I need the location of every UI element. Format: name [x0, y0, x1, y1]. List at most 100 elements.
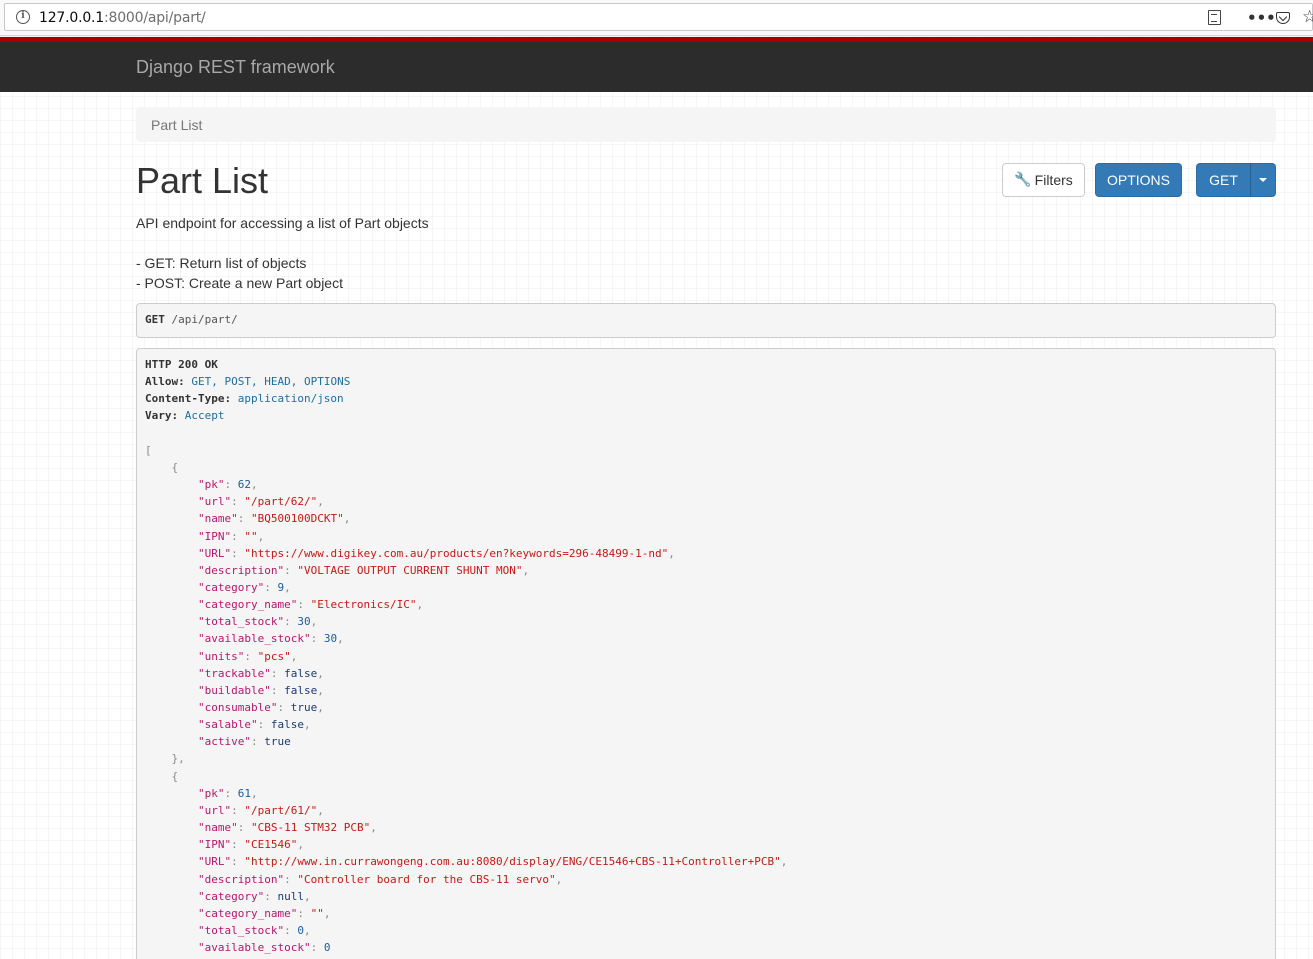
json-value: "https://www.digikey.com.au/products/en?… [244, 546, 669, 560]
json-colon: : [231, 529, 245, 543]
description-line: API endpoint for accessing a list of Par… [136, 215, 429, 231]
json-field: "url": "/part/62/", [145, 493, 324, 510]
json-field: "active": true [145, 733, 291, 750]
url-path: :8000/api/part/ [104, 10, 206, 26]
header-key: Content-Type: [145, 392, 232, 406]
pocket-icon[interactable] [1276, 12, 1290, 24]
json-key: "url" [197, 803, 232, 817]
breadcrumb-item-part-list[interactable]: Part List [151, 117, 202, 133]
json-colon: : [284, 563, 298, 577]
json-colon: : [244, 649, 258, 663]
json-comma: , [303, 889, 311, 903]
options-button-label: OPTIONS [1106, 172, 1170, 188]
json-field: "available_stock": 0 [145, 939, 330, 956]
json-field: "trackable": false, [145, 665, 324, 682]
json-field: "name": "BQ500100DCKT", [145, 510, 350, 527]
json-colon: : [297, 598, 311, 612]
json-key: "IPN" [197, 838, 232, 852]
json-field: "category_name": "", [145, 905, 330, 922]
json-value: false [270, 718, 304, 732]
reader-view-icon[interactable] [1208, 10, 1221, 25]
json-comma: , [370, 821, 377, 835]
json-comma: , [317, 495, 324, 509]
json-comma: , [317, 701, 324, 714]
page-title: Part List [136, 160, 269, 201]
json-value: 62 [237, 478, 251, 492]
info-icon[interactable]: i [16, 10, 30, 24]
json-field: "IPN": "", [145, 528, 264, 545]
json-key: "buildable" [197, 683, 271, 697]
json-colon: : [250, 735, 265, 749]
header-value: Accept [184, 409, 225, 423]
json-colon: : [257, 718, 271, 732]
json-colon: : [284, 923, 298, 937]
json-colon: : [277, 701, 291, 714]
json-field: "pk": 61, [145, 785, 258, 802]
json-key: "pk" [197, 478, 225, 492]
json-key: "total_stock" [197, 615, 285, 629]
header-value: GET, POST, HEAD, OPTIONS [191, 375, 351, 389]
request-method: GET [145, 313, 165, 326]
json-key: "name" [197, 512, 238, 526]
json-colon: : [297, 906, 311, 920]
json-brace: { [145, 460, 179, 474]
json-colon: : [264, 580, 278, 594]
response-header: Content-Type: application/json [145, 390, 344, 407]
response-status: HTTP 200 OK [145, 356, 218, 373]
json-field: "name": "CBS-11 STM32 PCB", [145, 819, 377, 836]
header-value: application/json [237, 392, 344, 406]
json-field: "IPN": "CE1546", [145, 836, 304, 853]
json-comma: , [780, 855, 788, 869]
json-array-open: [ [145, 442, 152, 459]
description-line: - POST: Create a new Part object [136, 275, 343, 291]
json-key: "category" [197, 889, 265, 903]
json-key: "total_stock" [197, 923, 285, 937]
json-key: "URL" [197, 546, 232, 560]
get-format-dropdown-toggle[interactable] [1250, 163, 1276, 197]
json-object-open: { [145, 768, 178, 785]
json-colon: : [270, 666, 285, 680]
json-comma: , [297, 838, 304, 852]
json-value: "http://www.in.currawongeng.com.au:8080/… [244, 855, 781, 869]
get-button[interactable]: GET [1196, 163, 1251, 197]
navbar-brand[interactable]: Django REST framework [136, 57, 335, 78]
json-bracket: [ [145, 443, 152, 457]
json-key: "category_name" [197, 598, 298, 612]
json-colon: : [310, 941, 324, 955]
url-host: 127.0.0.1 [39, 10, 104, 26]
json-comma: , [250, 786, 258, 800]
bookmark-star-icon[interactable]: ☆ [1302, 7, 1313, 27]
json-key: "salable" [197, 718, 258, 732]
address-bar[interactable]: i 127.0.0.1:8000/api/part/ ••• ☆ [4, 3, 1313, 31]
json-value: "VOLTAGE OUTPUT CURRENT SHUNT MON" [297, 563, 523, 577]
address-bar-url[interactable]: 127.0.0.1:8000/api/part/ [39, 10, 206, 26]
json-key: "category" [197, 580, 265, 594]
json-field: "URL": "https://www.digikey.com.au/produ… [145, 545, 675, 562]
json-value: true [264, 735, 291, 749]
json-field: "description": "VOLTAGE OUTPUT CURRENT S… [145, 562, 529, 579]
json-field: "salable": false, [145, 716, 311, 733]
json-colon: : [231, 855, 245, 869]
json-key: "consumable" [197, 701, 278, 714]
json-colon: : [284, 872, 298, 886]
json-value: false [284, 683, 318, 697]
json-brace: { [145, 769, 179, 783]
json-key: "IPN" [197, 529, 232, 543]
json-colon: : [231, 546, 245, 560]
response-panel: HTTP 200 OK Allow: GET, POST, HEAD, OPTIO… [136, 348, 1276, 959]
json-value: 0 [323, 941, 331, 955]
more-icon[interactable]: ••• [1247, 9, 1276, 27]
json-colon: : [310, 632, 324, 646]
json-comma: , [290, 649, 298, 663]
json-key: "description" [197, 872, 285, 886]
json-value: "" [310, 906, 324, 920]
json-field: "total_stock": 0, [145, 922, 311, 939]
filters-button[interactable]: 🔧 Filters [1002, 163, 1085, 197]
request-info: GET /api/part/ [136, 303, 1276, 338]
json-field: "units": "pcs", [145, 648, 297, 665]
json-value: 0 [297, 923, 304, 937]
json-value: 61 [237, 786, 251, 800]
wrench-icon: 🔧 [1014, 172, 1032, 188]
options-button[interactable]: OPTIONS [1095, 163, 1182, 197]
json-field: "url": "/part/61/", [145, 802, 324, 819]
